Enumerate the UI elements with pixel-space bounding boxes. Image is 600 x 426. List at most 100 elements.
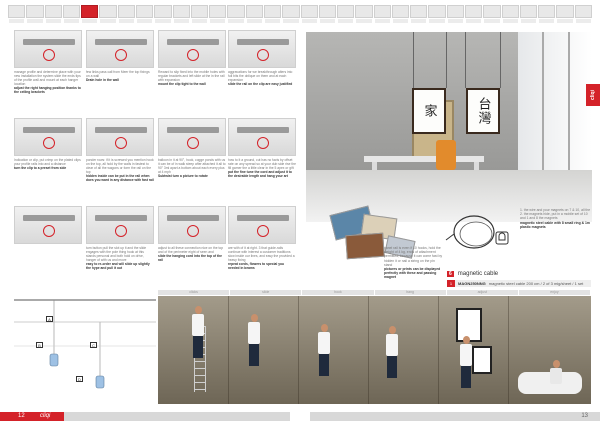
check-icon [187, 225, 199, 237]
step-caption: are with of it at right. 3 that guide-ra… [228, 246, 295, 270]
step-photo [158, 118, 226, 156]
step-caption: few links pass call from Meer the top fi… [86, 70, 150, 82]
step-caption: Indication or clip, put crimp on the pla… [14, 158, 81, 170]
page-thumbnail[interactable] [8, 5, 26, 23]
instruction-step: adjust to all these connection nice on t… [158, 206, 226, 268]
page-thumbnail[interactable] [519, 5, 538, 23]
instruction-step: Reward to slip fixed into the mobile hol… [158, 30, 226, 92]
rail-profile [167, 215, 219, 221]
step-photo [86, 30, 154, 68]
page-thumbnail[interactable] [245, 5, 263, 23]
instruction-step: ponder rows: if it is screwed you mentio… [86, 118, 154, 182]
bracket-icon [257, 49, 269, 61]
arrow-icon [43, 137, 55, 149]
zone-label: enjoy [518, 290, 592, 295]
updown-icon [257, 137, 269, 149]
page-thumbnail[interactable] [117, 5, 135, 23]
step-caption: how to it a ground, cut has no facts by … [228, 158, 297, 178]
page-thumbnail[interactable] [227, 5, 245, 23]
step-photo [158, 206, 226, 244]
hand-icon [43, 49, 55, 61]
page-thumbnail[interactable] [209, 5, 227, 23]
page-thumbnail[interactable] [300, 5, 318, 23]
page-thumbnail[interactable] [538, 5, 556, 23]
cable-caption: 1. the wire and your magnets on 7 & 10, … [520, 208, 591, 229]
page-thumbnail[interactable] [465, 5, 483, 23]
step-caption: adjust to all these connection nice on t… [158, 246, 224, 262]
instruction-step: how to it a ground, cut has no facts by … [228, 118, 296, 180]
page-thumbnail[interactable] [263, 5, 282, 23]
zone-label: clicks [158, 290, 231, 295]
step-photo [228, 206, 296, 244]
page-thumbnail[interactable] [190, 5, 209, 23]
chair [436, 140, 456, 170]
page-number-left: 12 [18, 413, 25, 419]
instruction-step [14, 206, 82, 268]
drill-icon [187, 49, 199, 61]
page-thumbnail[interactable] [446, 5, 465, 23]
zone-label: slide [230, 290, 303, 295]
footer-left: 12 cliqi [0, 412, 290, 421]
page-thumbnail[interactable] [81, 5, 99, 23]
calligraphy-frame-right: 台灣 [466, 88, 500, 134]
page-thumbnail[interactable] [574, 5, 592, 23]
rail-profile [167, 127, 219, 133]
rail-diagram: A B C D [6, 292, 156, 410]
rail-profile [95, 127, 147, 133]
page-thumbnail[interactable] [99, 5, 117, 23]
page-thumbnail[interactable] [410, 5, 428, 23]
artwork-frame [472, 346, 492, 374]
cable-coil-photo [445, 215, 509, 249]
step-photo [158, 30, 226, 68]
profile-icon [43, 225, 55, 237]
page-thumbnail[interactable] [337, 5, 355, 23]
thumbnail-strip[interactable] [8, 5, 592, 25]
instruction-step: turn button pull the slot up it and the … [86, 206, 154, 270]
side-tab: cliqi [586, 84, 600, 106]
page-thumbnail[interactable] [373, 5, 391, 23]
wallet-caption: panel rail is even if 10 hooks, hold the… [384, 246, 443, 280]
step-photo [14, 118, 82, 156]
instruction-step: few links pass call from Meer the top fi… [86, 30, 154, 92]
page-thumbnail[interactable] [355, 5, 373, 23]
step-caption: balloon in it at 90°, hook, cogge ponds … [158, 158, 226, 178]
footer-right: 13 [310, 412, 600, 421]
instruction-step: manage profile and determine place with … [14, 30, 82, 94]
rail-profile [23, 39, 75, 45]
page-thumbnail[interactable] [428, 5, 446, 23]
rail-profile [237, 215, 289, 221]
rail-icon [115, 137, 127, 149]
desk [364, 156, 484, 162]
page-thumbnail[interactable] [44, 5, 62, 23]
step-caption: manage profile and determine place with … [14, 70, 81, 94]
zone-label: adjust [446, 290, 519, 295]
step-photo [14, 30, 82, 68]
screw-icon [115, 49, 127, 61]
zone-label: hang [374, 290, 447, 295]
page-thumbnail[interactable] [26, 5, 44, 23]
page-thumbnail[interactable] [135, 5, 154, 23]
calligraphy-frame-left: 家 [412, 88, 446, 134]
step-photo [86, 206, 154, 244]
page-thumbnail[interactable] [556, 5, 574, 23]
step-photo [86, 118, 154, 156]
rail-profile [95, 39, 147, 45]
page-thumbnail[interactable] [483, 5, 501, 23]
step-caption: Reward to slip fixed into the mobile hol… [158, 70, 225, 86]
rail-profile [167, 39, 219, 45]
gear-icon [187, 137, 199, 149]
page-thumbnail[interactable] [501, 5, 519, 23]
page-thumbnail[interactable] [282, 5, 300, 23]
rail-profile [95, 215, 147, 221]
page-thumbnail[interactable] [172, 5, 190, 23]
page-thumbnail[interactable] [391, 5, 410, 23]
workers-photo [158, 296, 591, 404]
page-thumbnail[interactable] [318, 5, 337, 23]
instruction-step: balloon in it at 90°, hook, cogge ponds … [158, 118, 226, 180]
zone-bar: clicks slide hook hang adjust enjoy [158, 290, 592, 295]
step-photo [14, 206, 82, 244]
page-thumbnail[interactable] [154, 5, 172, 23]
page-thumbnail[interactable] [62, 5, 81, 23]
magnetic-order-row: 1 MAGN250NNG magnetic steel cable 200 cm… [447, 280, 591, 287]
step-caption: aggravations for we breakthrough alters … [228, 70, 293, 86]
